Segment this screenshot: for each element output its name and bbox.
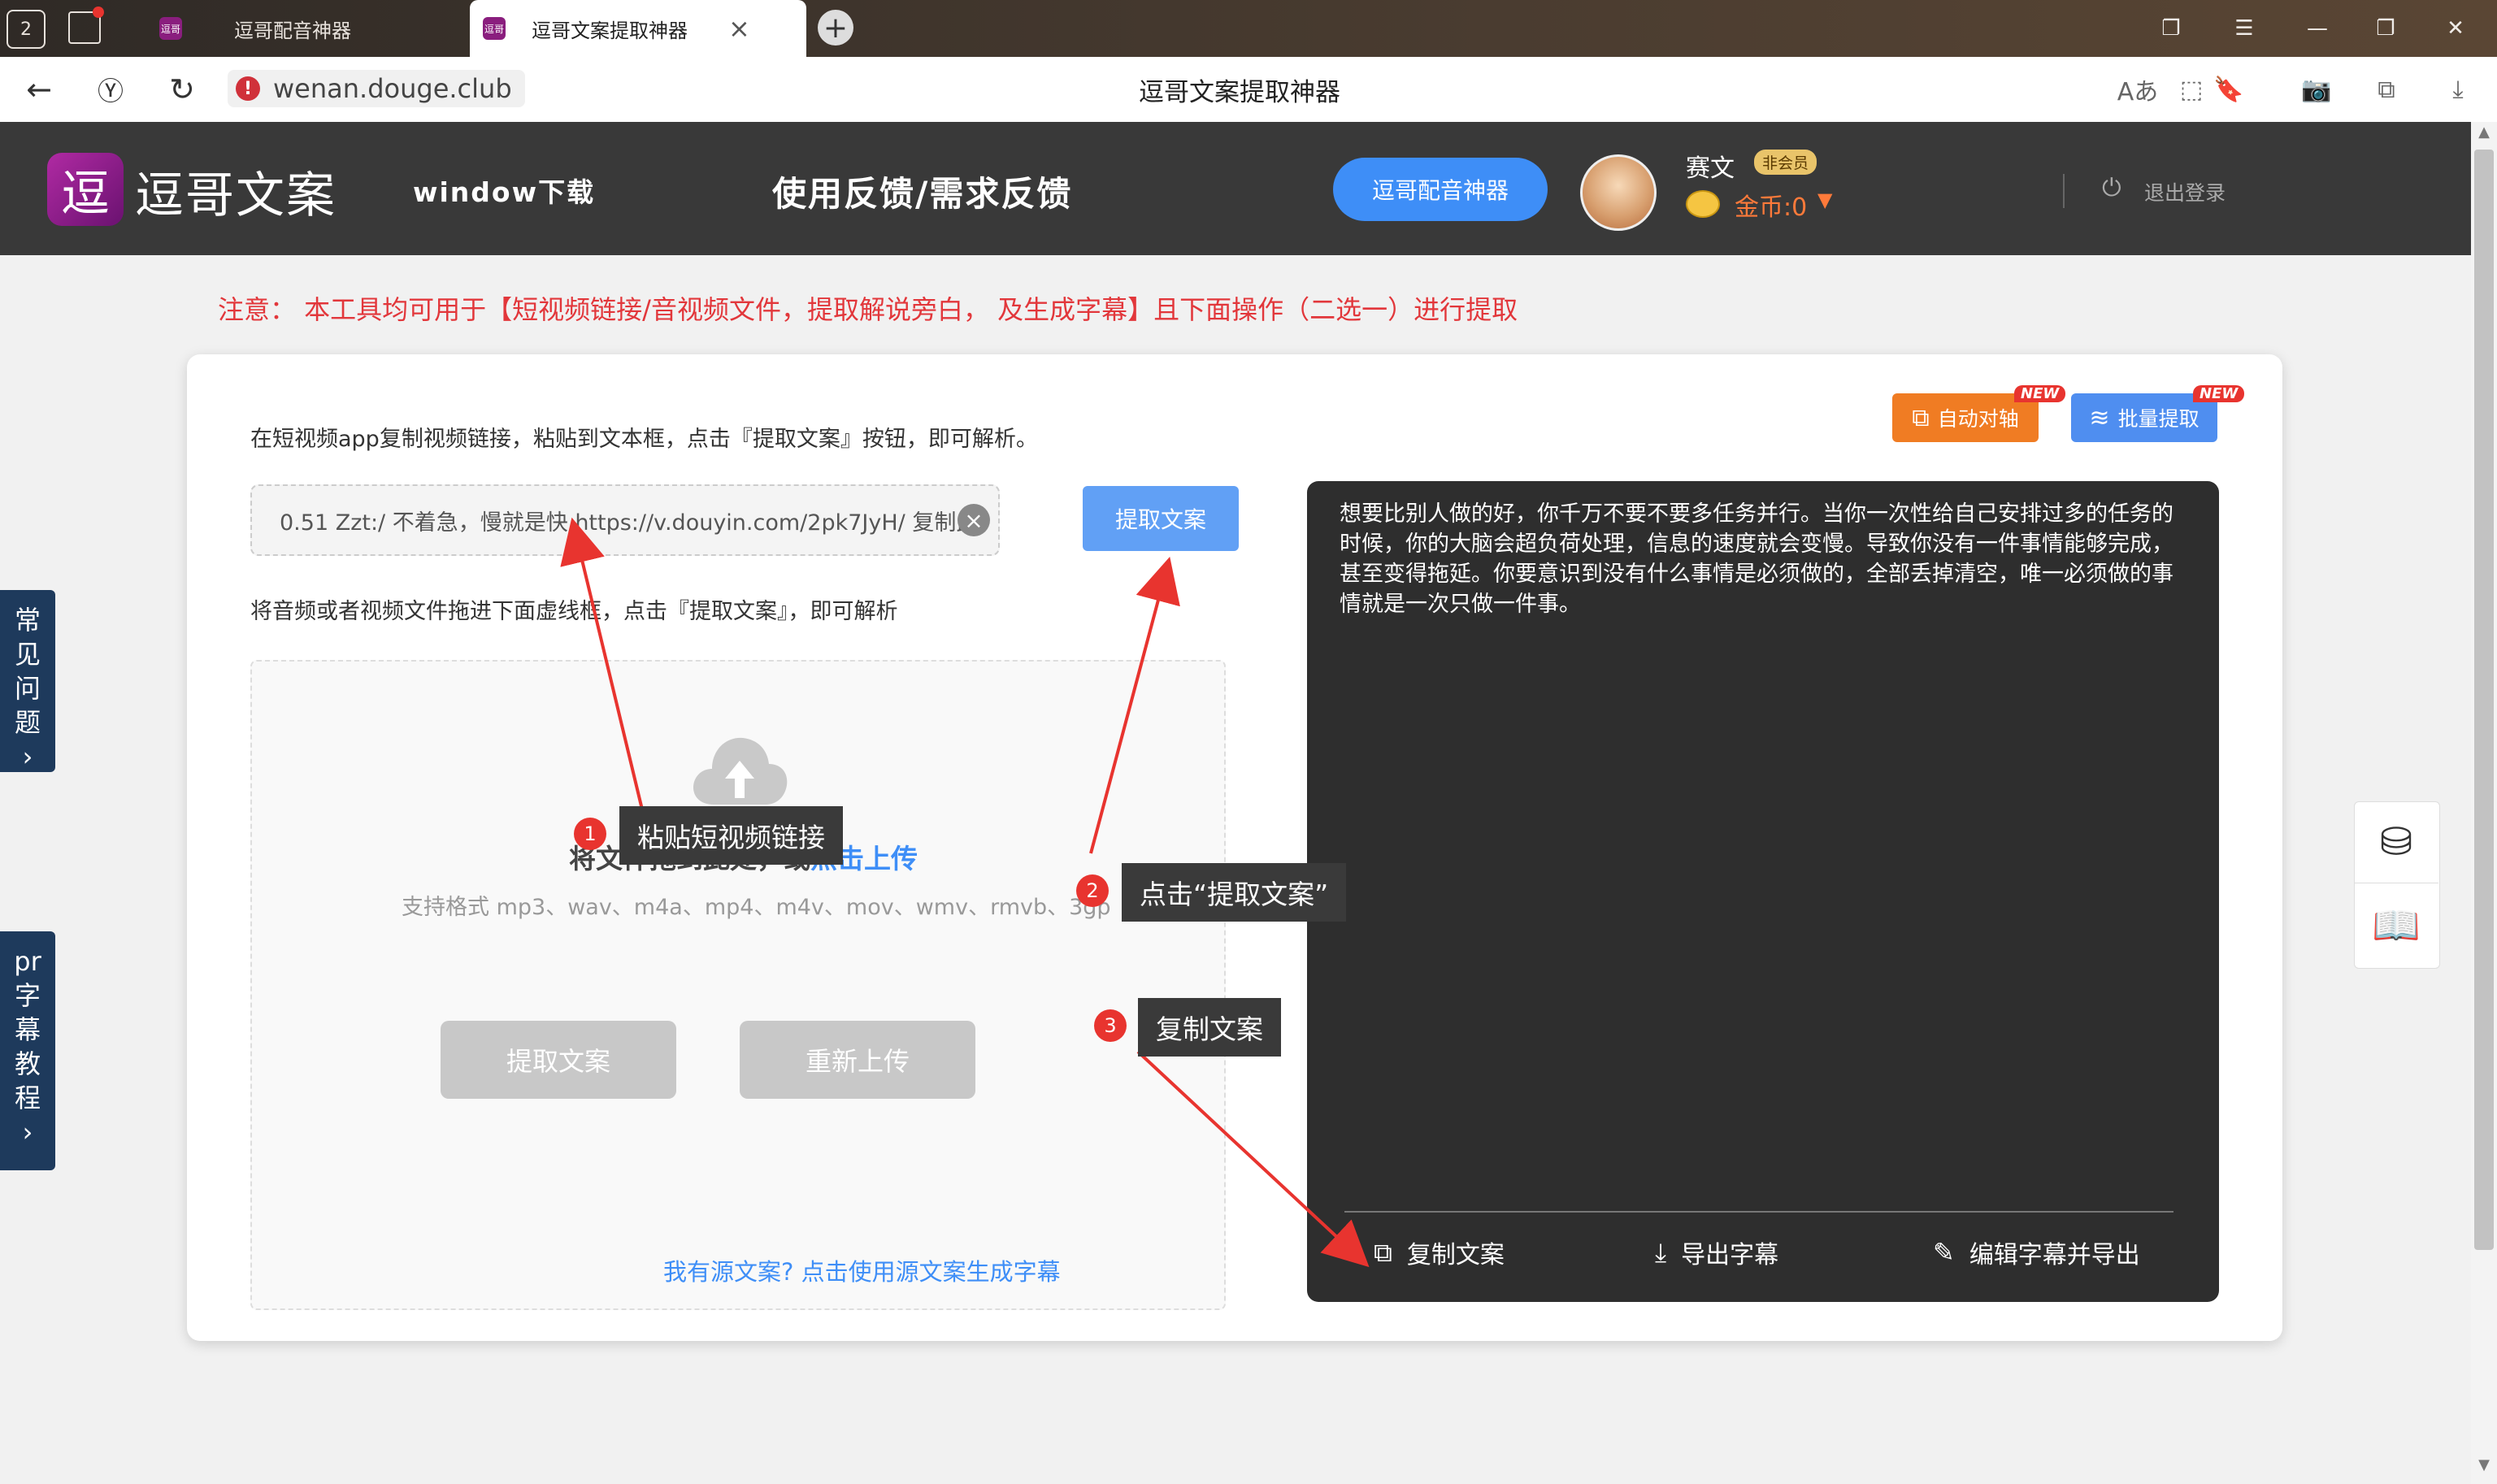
- annotation-label: 点击“提取文案”: [1122, 863, 1347, 922]
- annotation-label: 粘贴短视频链接: [619, 806, 843, 865]
- annotation-number: 3: [1094, 1009, 1127, 1042]
- annotation-number: 2: [1076, 874, 1109, 907]
- annotation-label: 复制文案: [1138, 998, 1281, 1057]
- annotation-number: 1: [574, 818, 606, 850]
- annotation-arrows: [560, 517, 1370, 1268]
